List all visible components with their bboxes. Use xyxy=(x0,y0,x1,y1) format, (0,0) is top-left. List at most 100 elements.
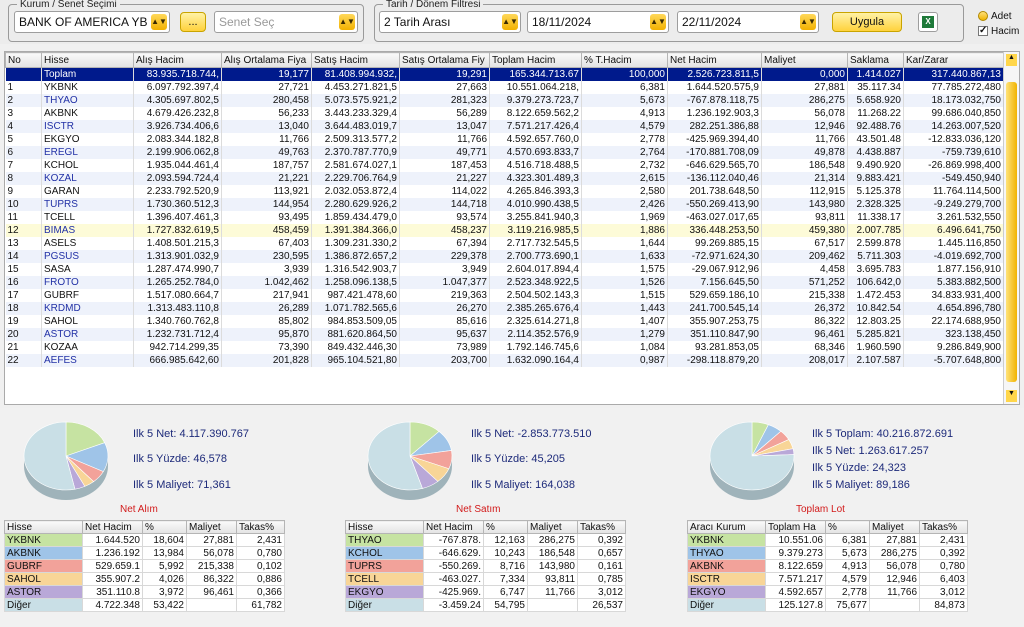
table-row[interactable]: 13 ASELS 1.408.501.215,3 67,403 1.309.231.33… xyxy=(5,236,1004,250)
table-row[interactable]: AKBNK 1.236.192 13,984 56,078 0,780 xyxy=(4,546,285,560)
table-row[interactable]: 18 KRDMD 1.313.483.110,8 26,289 1.071.782.56… xyxy=(5,301,1004,315)
chevron-down-icon[interactable]: ▲▼ xyxy=(502,14,518,30)
column-header[interactable]: Maliyet xyxy=(761,52,848,68)
table-row[interactable]: 1 YKBNK 6.097.792.397,4 27,721 4.453.271.821… xyxy=(5,80,1004,94)
table-cell: 1.232.731.712,4 xyxy=(133,327,222,341)
apply-button[interactable]: Uygula xyxy=(832,12,902,32)
column-header[interactable]: Hisse xyxy=(4,520,83,534)
column-header[interactable]: Net Hacim xyxy=(667,52,762,68)
column-header[interactable]: Net Hacim xyxy=(82,520,143,534)
table-row[interactable]: TUPRS -550.269. 8,716 143,980 0,161 xyxy=(345,559,626,573)
table-row[interactable]: 15 SASA 1.287.474.990,7 3,939 1.316.542.903,… xyxy=(5,262,1004,276)
table-row[interactable]: 3 AKBNK 4.679.426.232,8 56,233 3.443.233.329… xyxy=(5,106,1004,120)
column-header[interactable]: Satış Hacim xyxy=(311,52,400,68)
table-row[interactable]: Diğer 125.127.8 75,677 84,873 xyxy=(687,598,968,612)
column-header[interactable]: Kar/Zarar xyxy=(903,52,1004,68)
checkmark-icon[interactable]: ✓ xyxy=(978,26,988,37)
date-to-select[interactable]: 22/11/2024 ▲▼ xyxy=(677,11,819,33)
table-row[interactable]: 7 KCHOL 1.935.044.461,4 187,757 2.581.674.02… xyxy=(5,158,1004,172)
column-header[interactable]: Aracı Kurum xyxy=(687,520,766,534)
table-cell: -550.269. xyxy=(423,559,484,573)
table-row[interactable]: 19 SAHOL 1.340.760.762,8 85,802 984.853.509,… xyxy=(5,314,1004,328)
total-row[interactable]: Toplam 83.935.718.744, 19,177 81.408.994.93… xyxy=(5,67,1004,81)
column-header[interactable]: Takas% xyxy=(919,520,968,534)
chevron-down-icon[interactable]: ▲▼ xyxy=(151,14,167,30)
radio-icon[interactable] xyxy=(978,11,988,22)
column-header[interactable]: No xyxy=(5,52,42,68)
table-cell: 881.620.864,50 xyxy=(311,327,400,341)
chevron-down-icon[interactable]: ▲▼ xyxy=(339,14,355,30)
table-row[interactable]: AKBNK 8.122.659 4,913 56,078 0,780 xyxy=(687,559,968,573)
date-from-select[interactable]: 18/11/2024 ▲▼ xyxy=(527,11,669,33)
table-row[interactable]: 11 TCELL 1.396.407.461,3 93,495 1.859.434.47… xyxy=(5,210,1004,224)
table-row[interactable]: 22 AEFES 666.985.642,60 201,828 965.104.521,… xyxy=(5,353,1004,367)
column-header[interactable]: Toplam Hacim xyxy=(489,52,582,68)
column-header[interactable]: Hisse xyxy=(345,520,424,534)
senet-select[interactable]: Senet Seç ▲▼ xyxy=(214,11,358,33)
chevron-down-icon[interactable]: ▲▼ xyxy=(650,14,666,30)
excel-export-button[interactable]: X xyxy=(918,12,938,32)
table-row[interactable]: 16 FROTO 1.265.252.784,0 1.042,462 1.258.096… xyxy=(5,275,1004,289)
table-row[interactable]: EKGYO 4.592.657 2,778 11,766 3,012 xyxy=(687,585,968,599)
kurum-select[interactable]: BANK OF AMERICA YB ▲▼ xyxy=(14,11,170,33)
table-row[interactable]: ISCTR 7.571.217 4,579 12,946 6,403 xyxy=(687,572,968,586)
column-header[interactable]: % xyxy=(483,520,528,534)
column-header[interactable]: Hisse xyxy=(41,52,134,68)
period-select[interactable]: 2 Tarih Arası ▲▼ xyxy=(379,11,521,33)
table-cell: GARAN xyxy=(41,184,134,198)
table-cell: 2.107.587 xyxy=(847,353,904,367)
table-row[interactable]: KCHOL -646.629. 10,243 186,548 0,657 xyxy=(345,546,626,560)
table-row[interactable]: YKBNK 10.551.06 6,381 27,881 2,431 xyxy=(687,533,968,547)
table-cell: -646.629. xyxy=(423,546,484,560)
table-row[interactable]: 14 PGSUS 1.313.901.032,9 230,595 1.386.872.6… xyxy=(5,249,1004,263)
table-cell: AKBNK xyxy=(687,559,766,573)
table-row[interactable]: THYAO -767.878. 12,163 286,275 0,392 xyxy=(345,533,626,547)
table-row[interactable]: 21 KOZAA 942.714.299,35 73,390 849.432.446,3… xyxy=(5,340,1004,354)
table-cell: 56,078 xyxy=(869,559,920,573)
table-row[interactable]: ASTOR 351.110.8 3,972 96,461 0,366 xyxy=(4,585,285,599)
column-header[interactable]: % T.Hacim xyxy=(581,52,668,68)
column-header[interactable]: Takas% xyxy=(236,520,285,534)
column-header[interactable]: Saklama xyxy=(847,52,904,68)
table-row[interactable]: 10 TUPRS 1.730.360.512,3 144,954 2.280.629.9… xyxy=(5,197,1004,211)
more-button[interactable]: ... xyxy=(180,12,206,32)
table-row[interactable]: 8 KOZAL 2.093.594.724,4 21,221 2.229.706.764… xyxy=(5,171,1004,185)
table-row[interactable]: GUBRF 529.659.1 5,992 215,338 0,102 xyxy=(4,559,285,573)
table-row[interactable]: 17 GUBRF 1.517.080.664,7 217,941 987.421.478… xyxy=(5,288,1004,302)
scroll-up-icon[interactable]: ▲ xyxy=(1006,54,1017,66)
table-row[interactable]: Diğer 4.722.348 53,422 61,782 xyxy=(4,598,285,612)
table-row[interactable]: 2 THYAO 4.305.697.802,5 280,458 5.073.575.92… xyxy=(5,93,1004,107)
table-row[interactable]: 5 EKGYO 2.083.344.182,8 11,766 2.509.313.577… xyxy=(5,132,1004,146)
table-row[interactable]: TCELL -463.027. 7,334 93,811 0,785 xyxy=(345,572,626,586)
column-header[interactable]: Maliyet xyxy=(869,520,920,534)
column-header[interactable]: % xyxy=(825,520,870,534)
table-row[interactable]: 20 ASTOR 1.232.731.712,4 95,870 881.620.864,… xyxy=(5,327,1004,341)
table-row[interactable]: 6 EREGL 2.199.906.062,8 49,763 2.370.787.770… xyxy=(5,145,1004,159)
table-cell: 281,323 xyxy=(399,93,490,107)
column-header[interactable]: Alış Hacim xyxy=(133,52,222,68)
table-row[interactable]: YKBNK 1.644.520 18,604 27,881 2,431 xyxy=(4,533,285,547)
column-header[interactable]: Maliyet xyxy=(527,520,578,534)
table-cell: 2.229.706.764,9 xyxy=(311,171,400,185)
vertical-scrollbar[interactable]: ▲ ▼ xyxy=(1003,52,1019,404)
adet-radio[interactable]: Adet xyxy=(978,11,1012,22)
column-header[interactable]: Toplam Ha xyxy=(765,520,826,534)
column-header[interactable]: Alış Ortalama Fiya xyxy=(221,52,312,68)
table-row[interactable]: 9 GARAN 2.233.792.520,9 113,921 2.032.053.87… xyxy=(5,184,1004,198)
table-row[interactable]: EKGYO -425.969. 6,747 11,766 3,012 xyxy=(345,585,626,599)
table-row[interactable]: 4 ISCTR 3.926.734.406,6 13,040 3.644.483.019… xyxy=(5,119,1004,133)
column-header[interactable]: Net Hacim xyxy=(423,520,484,534)
column-header[interactable]: Maliyet xyxy=(186,520,237,534)
hacim-checkbox[interactable]: ✓ Hacim xyxy=(978,26,1019,37)
table-row[interactable]: THYAO 9.379.273 5,673 286,275 0,392 xyxy=(687,546,968,560)
column-header[interactable]: Satış Ortalama Fiy xyxy=(399,52,490,68)
column-header[interactable]: Takas% xyxy=(577,520,626,534)
table-cell: 0,102 xyxy=(236,559,285,573)
chevron-down-icon[interactable]: ▲▼ xyxy=(800,14,816,30)
scroll-thumb[interactable] xyxy=(1006,82,1017,382)
table-row[interactable]: SAHOL 355.907.2 4,026 86,322 0,886 xyxy=(4,572,285,586)
scroll-down-icon[interactable]: ▼ xyxy=(1006,390,1017,402)
table-row[interactable]: Diğer -3.459.24 54,795 26,537 xyxy=(345,598,626,612)
column-header[interactable]: % xyxy=(142,520,187,534)
table-row[interactable]: 12 BIMAS 1.727.832.619,5 458,459 1.391.384.3… xyxy=(5,223,1004,237)
